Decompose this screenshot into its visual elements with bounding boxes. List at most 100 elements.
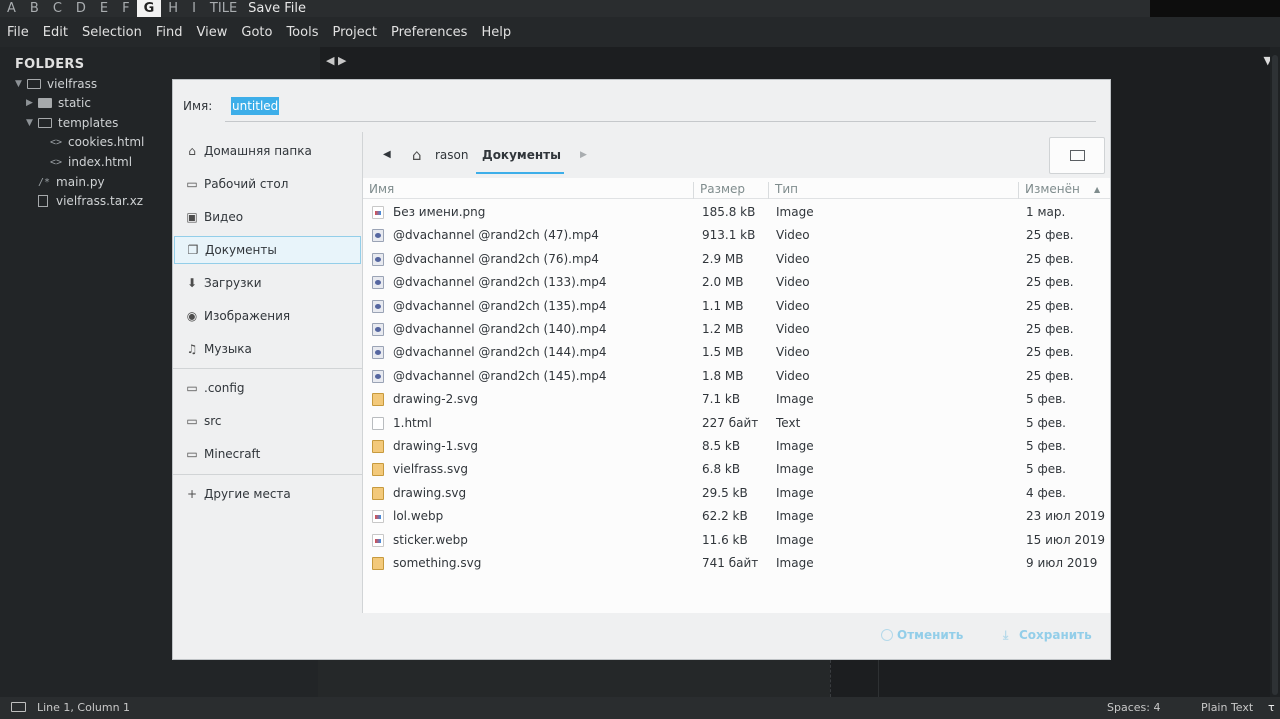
monitor-icon[interactable] bbox=[11, 702, 26, 712]
place-item[interactable]: ⬇ Загрузки bbox=[174, 269, 361, 297]
menu-project[interactable]: Project bbox=[325, 25, 383, 40]
tree-item[interactable]: <> index.html bbox=[50, 153, 132, 171]
file-size: 185.8 kB bbox=[702, 205, 756, 219]
home-icon: ⌂ bbox=[188, 143, 196, 158]
file-row[interactable]: @dvachannel @rand2ch (145).mp4 1.8 MB Vide… bbox=[363, 365, 1110, 388]
path-forward-icon[interactable]: ▶ bbox=[580, 150, 587, 160]
file-row[interactable]: sticker.webp 11.6 kB Image 15 июл 2019 bbox=[363, 529, 1110, 552]
menu-preferences[interactable]: Preferences bbox=[384, 25, 474, 40]
workspace-button[interactable]: A bbox=[0, 0, 23, 17]
place-item[interactable]: ▭ Рабочий стол bbox=[174, 170, 361, 198]
place-item[interactable]: ▣ Видео bbox=[174, 203, 361, 231]
file-name: vielfrass.svg bbox=[393, 462, 468, 477]
menu-view[interactable]: View bbox=[190, 25, 235, 40]
workspace-button[interactable]: B bbox=[23, 0, 46, 17]
home-icon[interactable]: ⌂ bbox=[412, 146, 428, 164]
save-button[interactable]: ⤓ Сохранить bbox=[1003, 628, 1092, 642]
path-home-button[interactable]: rason bbox=[435, 148, 469, 162]
syntax-setting[interactable]: Plain Text bbox=[1201, 701, 1253, 714]
file-row[interactable]: @dvachannel @rand2ch (135).mp4 1.1 MB Vide… bbox=[363, 295, 1110, 318]
file-browser: ◀ ⌂ rason Документы ▶ Имя Размер Тип Изм… bbox=[363, 132, 1110, 613]
menu-file[interactable]: File bbox=[0, 25, 36, 40]
expanded-arrow-icon[interactable]: ▼ bbox=[26, 118, 38, 128]
tree-item[interactable]: vielfrass.tar.xz bbox=[38, 192, 143, 210]
column-header: Имя Размер Тип Изменён ▲ bbox=[363, 179, 1110, 199]
workspace-button[interactable]: TILE bbox=[203, 0, 244, 17]
file-row[interactable]: @dvachannel @rand2ch (76).mp4 2.9 MB Video… bbox=[363, 248, 1110, 271]
menu-help[interactable]: Help bbox=[474, 25, 518, 40]
file-type: Image bbox=[776, 205, 814, 219]
scrollbar-thumb[interactable] bbox=[1272, 55, 1278, 695]
column-type[interactable]: Тип bbox=[768, 182, 798, 199]
tree-item[interactable]: ▶ static bbox=[26, 94, 91, 112]
place-item[interactable]: ❐ Документы bbox=[174, 236, 361, 264]
corner-glyph: τ bbox=[1268, 701, 1275, 714]
place-item[interactable]: ⌂ Домашняя папка bbox=[174, 137, 361, 165]
editor-gutter bbox=[318, 660, 830, 697]
file-size: 227 байт bbox=[702, 415, 759, 430]
column-size[interactable]: Размер bbox=[693, 182, 745, 199]
tab-scroll-arrows[interactable]: ◀ ▶ bbox=[326, 54, 346, 67]
tree-item[interactable]: ▼ vielfrass bbox=[15, 75, 97, 93]
save-file-dialog: Имя: untitled ⌂ Домашняя папка ▭ Рабочий ст… bbox=[172, 79, 1111, 660]
tree-item[interactable]: ▼ templates bbox=[26, 114, 118, 132]
file-modified: 5 фев. bbox=[1026, 392, 1066, 407]
folder-icon: ▭ bbox=[186, 380, 198, 395]
image-file-icon bbox=[372, 463, 384, 477]
cancel-button[interactable]: Отменить bbox=[881, 628, 963, 642]
file-row[interactable]: drawing-1.svg 8.5 kB Image 5 фев. bbox=[363, 435, 1110, 458]
file-row[interactable]: Без имени.png 185.8 kB Image 1 мар. bbox=[363, 201, 1110, 224]
bookmark-item[interactable]: ▭ Minecraft bbox=[174, 440, 361, 468]
file-row[interactable]: drawing.svg 29.5 kB Image 4 фев. bbox=[363, 482, 1110, 505]
path-current-button[interactable]: Документы bbox=[482, 148, 561, 162]
menu-tools[interactable]: Tools bbox=[279, 25, 325, 40]
video-file-icon bbox=[372, 299, 384, 313]
file-row[interactable]: @dvachannel @rand2ch (140).mp4 1.2 MB Vide… bbox=[363, 318, 1110, 341]
file-row[interactable]: drawing-2.svg 7.1 kB Image 5 фев. bbox=[363, 388, 1110, 411]
place-item[interactable]: ♫ Музыка bbox=[174, 335, 361, 363]
workspace-button[interactable]: I bbox=[185, 0, 203, 17]
place-label: Рабочий стол bbox=[204, 177, 289, 191]
filename-input[interactable]: untitled bbox=[225, 91, 1096, 122]
workspace-button[interactable]: E bbox=[93, 0, 115, 17]
column-modified[interactable]: Изменён bbox=[1018, 182, 1080, 199]
menu-selection[interactable]: Selection bbox=[75, 25, 149, 40]
new-folder-button[interactable] bbox=[1049, 137, 1105, 174]
top-panel: A B C D E F G H I TILE Save File bbox=[0, 0, 1280, 17]
file-type: Video bbox=[776, 322, 810, 336]
file-row[interactable]: @dvachannel @rand2ch (144).mp4 1.5 MB Vide… bbox=[363, 341, 1110, 364]
path-back-icon[interactable]: ◀ bbox=[383, 149, 391, 160]
other-places-item[interactable]: + Другие места bbox=[174, 480, 361, 508]
menu-edit[interactable]: Edit bbox=[36, 25, 75, 40]
workspace-button[interactable]: F bbox=[115, 0, 136, 17]
file-modified: 25 фев. bbox=[1026, 275, 1074, 290]
file-row[interactable]: @dvachannel @rand2ch (47).mp4 913.1 kB Vid… bbox=[363, 224, 1110, 247]
bookmark-item[interactable]: ▭ src bbox=[174, 407, 361, 435]
file-name: something.svg bbox=[393, 556, 482, 570]
collapsed-arrow-icon[interactable]: ▶ bbox=[26, 98, 38, 108]
filename-selected-text[interactable]: untitled bbox=[231, 97, 280, 115]
file-row[interactable]: 1.html 227 байт Text 5 фев. bbox=[363, 412, 1110, 435]
bookmark-item[interactable]: ▭ .config bbox=[174, 374, 361, 402]
place-item[interactable]: ◉ Изображения bbox=[174, 302, 361, 330]
file-modified: 25 фев. bbox=[1026, 228, 1074, 243]
indentation-setting[interactable]: Spaces: 4 bbox=[1107, 701, 1160, 714]
menu-goto[interactable]: Goto bbox=[234, 25, 279, 40]
workspace-button[interactable]: C bbox=[46, 0, 69, 17]
file-name: drawing-2.svg bbox=[393, 392, 479, 407]
file-row[interactable]: vielfrass.svg 6.8 kB Image 5 фев. bbox=[363, 458, 1110, 481]
column-name[interactable]: Имя bbox=[369, 182, 394, 199]
file-name: @dvachannel @rand2ch (140).mp4 bbox=[393, 322, 607, 336]
workspace-button[interactable]: H bbox=[161, 0, 185, 17]
file-type: Video bbox=[776, 298, 810, 313]
file-row[interactable]: @dvachannel @rand2ch (133).mp4 2.0 MB Vide… bbox=[363, 271, 1110, 294]
workspace-button[interactable]: G bbox=[136, 0, 162, 17]
workspace-button[interactable]: D bbox=[69, 0, 93, 17]
tree-item[interactable]: /* main.py bbox=[38, 173, 105, 191]
tree-item[interactable]: <> cookies.html bbox=[50, 133, 144, 151]
file-row[interactable]: something.svg 741 байт Image 9 июл 2019 bbox=[363, 552, 1110, 575]
expanded-arrow-icon[interactable]: ▼ bbox=[15, 79, 27, 89]
menu-find[interactable]: Find bbox=[149, 25, 190, 40]
file-row[interactable]: lol.webp 62.2 kB Image 23 июл 2019 bbox=[363, 505, 1110, 528]
path-bar: ◀ ⌂ rason Документы ▶ bbox=[363, 132, 1110, 178]
